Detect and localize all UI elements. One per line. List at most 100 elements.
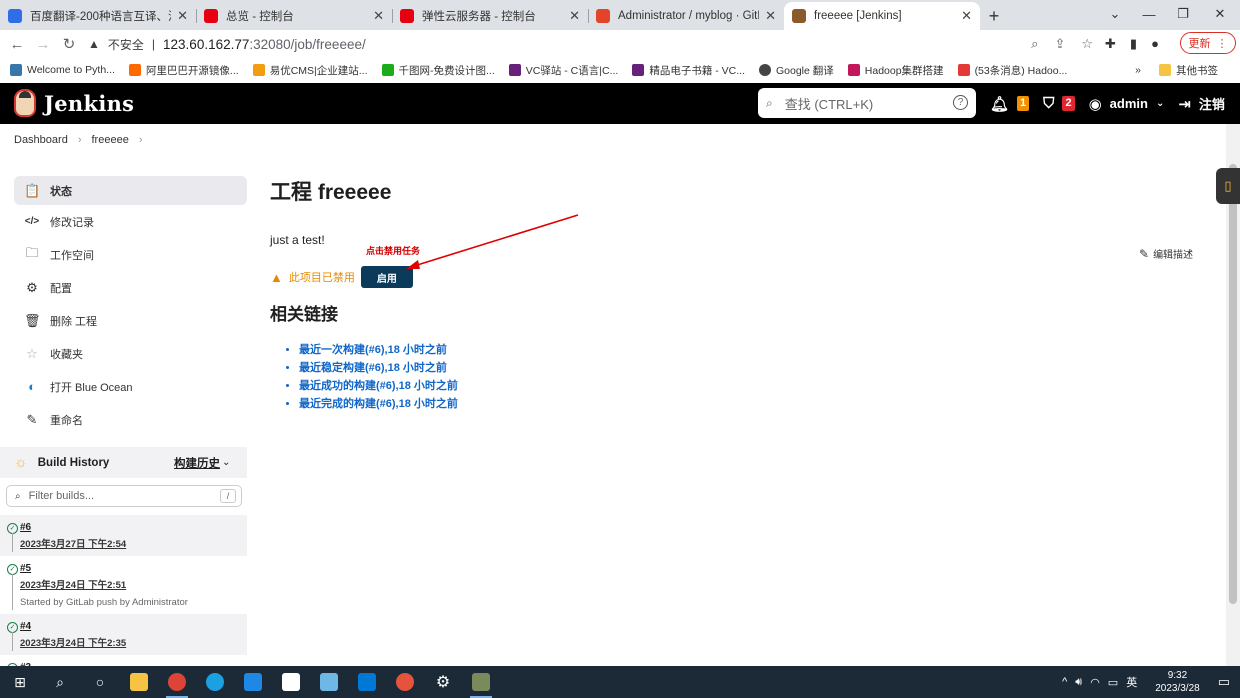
bookmark-item[interactable]: (53条消息) Hadoo...: [957, 63, 1067, 78]
url-text[interactable]: 123.60.162.77:32080/job/freeeee/: [163, 37, 366, 52]
sidebar-item-delete[interactable]: 🗑 删除 工程: [14, 304, 247, 337]
logout-icon[interactable]: ⇥: [1178, 95, 1191, 113]
bookmark-item[interactable]: Welcome to Pyth...: [10, 64, 115, 76]
update-button[interactable]: 更新 ⋮: [1180, 32, 1236, 54]
side-panel-icon[interactable]: ▮: [1130, 36, 1137, 52]
last-completed-build-link[interactable]: 最近完成的构建(#6),18 小时之前: [299, 395, 458, 411]
build-row[interactable]: ✓ #5 2023年3月24日 下午2:51 Started by GitLab …: [0, 556, 247, 614]
user-name[interactable]: admin: [1110, 96, 1148, 111]
ime-indicator[interactable]: 英: [1126, 674, 1137, 690]
extensions-icon[interactable]: ✚: [1105, 36, 1116, 52]
notification-badge[interactable]: 1: [1017, 96, 1030, 111]
search-input[interactable]: ⌕ 查找 (CTRL+K) ?: [758, 88, 976, 118]
share-icon[interactable]: ⇪: [1054, 36, 1065, 52]
bell-icon[interactable]: 🔔︎: [990, 95, 1009, 113]
breadcrumb-job[interactable]: freeeee: [92, 134, 129, 146]
zoom-icon[interactable]: ⌕: [1031, 36, 1038, 52]
build-date-link[interactable]: 2023年3月24日 下午2:51: [20, 577, 247, 591]
remote-desktop-icon[interactable]: [348, 666, 386, 698]
back-icon[interactable]: ←: [4, 36, 30, 53]
sidebar-item-blue-ocean[interactable]: ◐ 打开 Blue Ocean: [14, 370, 247, 403]
bookmark-item[interactable]: Google 翻译: [759, 63, 834, 78]
logout-link[interactable]: 注销: [1199, 94, 1225, 113]
sidebar-item-workspace[interactable]: 🗀 工作空间: [14, 238, 247, 271]
shield-icon[interactable]: ⛉: [1043, 95, 1054, 112]
security-badge[interactable]: 2: [1062, 96, 1075, 111]
build-row[interactable]: ✓ #6 2023年3月27日 下午2:54: [0, 515, 247, 556]
last-stable-build-link[interactable]: 最近稳定构建(#6),18 小时之前: [299, 359, 458, 375]
notification-center-icon[interactable]: ▭: [1218, 674, 1230, 690]
forward-icon[interactable]: →: [30, 36, 56, 53]
page-scrollbar[interactable]: [1226, 124, 1240, 666]
breadcrumb-dashboard[interactable]: Dashboard: [14, 134, 68, 146]
build-trend-link[interactable]: 构建历史: [174, 455, 220, 471]
clock[interactable]: 9:32 2023/3/28: [1155, 669, 1200, 695]
sidebar-item-favorite[interactable]: ☆ 收藏夹: [14, 337, 247, 370]
close-icon[interactable]: ✕: [373, 8, 384, 24]
notepad-icon[interactable]: [310, 666, 348, 698]
other-bookmarks-folder[interactable]: 其他书签: [1159, 63, 1218, 78]
bookmark-item[interactable]: 精品电子书籍 - VC...: [632, 63, 745, 78]
close-icon[interactable]: ✕: [569, 8, 580, 24]
user-icon[interactable]: ◉: [1089, 95, 1102, 113]
jenkins-logo[interactable]: Jenkins: [14, 89, 134, 117]
sidebar-item-configure[interactable]: ⚙ 配置: [14, 271, 247, 304]
file-explorer-icon[interactable]: [120, 666, 158, 698]
sidebar-item-rename[interactable]: ✎ 重命名: [14, 403, 247, 436]
edit-description-link[interactable]: ✎ 编辑描述: [1139, 246, 1193, 261]
bookmark-item[interactable]: 千图网-免费设计图...: [381, 63, 495, 78]
bookmark-item[interactable]: VC驿站 - C语言|C...: [508, 63, 618, 78]
bookmark-star-icon[interactable]: ☆: [1081, 36, 1093, 52]
chevron-right-icon[interactable]: ›: [139, 134, 143, 146]
build-date-link[interactable]: 2023年3月24日 下午2:35: [20, 635, 247, 649]
app-arrow-icon[interactable]: [234, 666, 272, 698]
scrollbar-thumb[interactable]: [1229, 164, 1237, 604]
sidebar-item-changes[interactable]: </> 修改记录: [14, 205, 247, 238]
close-icon[interactable]: ✕: [961, 8, 972, 24]
browser-tab-3[interactable]: 弹性云服务器 - 控制台 ✕: [392, 2, 588, 30]
build-date-link[interactable]: 2023年3月27日 下午2:54: [20, 536, 247, 550]
bookmark-item[interactable]: 易优CMS|企业建站...: [252, 63, 368, 78]
last-build-link[interactable]: 最近一次构建(#6),18 小时之前: [299, 341, 458, 357]
build-number-link[interactable]: #6: [20, 522, 31, 533]
browser-tab-4[interactable]: Administrator / myblog · GitLa ✕: [588, 2, 784, 30]
browser-tab-2[interactable]: 总览 - 控制台 ✕: [196, 2, 392, 30]
restore-button[interactable]: ❐: [1166, 0, 1200, 28]
tab-search-icon[interactable]: ⌄: [1098, 0, 1132, 28]
xshell-icon[interactable]: [386, 666, 424, 698]
chrome-icon[interactable]: [158, 666, 196, 698]
screenshot-tool-icon[interactable]: [462, 666, 500, 698]
edge-icon[interactable]: [196, 666, 234, 698]
windows-start-icon[interactable]: ⊞: [0, 674, 40, 691]
search-icon[interactable]: ⌕: [40, 674, 80, 691]
chevron-down-icon[interactable]: ⌄: [1156, 98, 1164, 109]
security-label[interactable]: 不安全: [108, 36, 144, 53]
chevron-up-icon[interactable]: ^: [1062, 676, 1067, 688]
build-number-link[interactable]: #4: [20, 621, 31, 632]
task-view-icon[interactable]: ○: [80, 674, 120, 690]
last-successful-build-link[interactable]: 最近成功的构建(#6),18 小时之前: [299, 377, 458, 393]
more-bookmarks-button[interactable]: »: [1135, 64, 1141, 76]
minimize-button[interactable]: —: [1132, 0, 1166, 28]
reload-icon[interactable]: ↻: [56, 35, 82, 53]
filter-builds-input[interactable]: ⌕ Filter builds... /: [6, 485, 242, 507]
enable-button[interactable]: 启用: [360, 266, 413, 288]
build-row[interactable]: ✓#3: [0, 655, 247, 666]
profile-icon[interactable]: ●: [1151, 36, 1159, 52]
warning-icon[interactable]: ▲: [88, 37, 100, 51]
url-bar[interactable]: ▲ 不安全 | 123.60.162.77:32080/job/freeeee/…: [88, 32, 1093, 56]
close-icon[interactable]: ✕: [177, 8, 188, 24]
build-number-link[interactable]: #5: [20, 563, 31, 574]
speaker-icon[interactable]: 🔊︎: [1075, 676, 1082, 689]
bookmark-item[interactable]: Hadoop集群搭建: [847, 63, 944, 78]
help-icon[interactable]: ?: [953, 95, 968, 110]
bookmark-item[interactable]: 阿里巴巴开源镜像...: [128, 63, 239, 78]
wifi-icon[interactable]: ◠: [1090, 676, 1100, 689]
browser-tab-1[interactable]: 百度翻译-200种语言互译、沟通 ✕: [0, 2, 196, 30]
settings-gear-icon[interactable]: ⚙: [424, 666, 462, 698]
close-icon[interactable]: ✕: [765, 8, 776, 24]
keyboard-icon[interactable]: ▭: [1108, 676, 1118, 689]
window-close-button[interactable]: ✕: [1203, 0, 1237, 28]
sidebar-item-status[interactable]: 📋 状态: [14, 176, 247, 205]
browser-tab-5[interactable]: freeeee [Jenkins] ✕: [784, 2, 980, 30]
